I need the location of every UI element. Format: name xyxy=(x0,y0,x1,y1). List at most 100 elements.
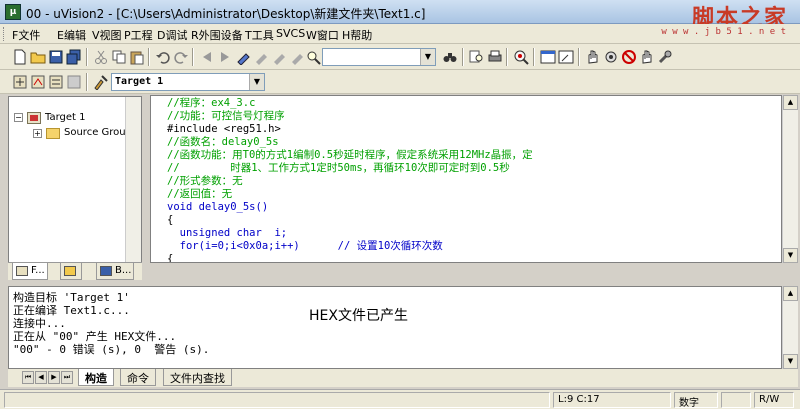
new-file-icon[interactable] xyxy=(12,49,28,65)
debug-session-icon[interactable] xyxy=(513,49,529,65)
code-text: //返回值：无 xyxy=(167,188,233,200)
menu-window[interactable]: W窗口 xyxy=(306,27,339,43)
num-lock-indicator: 数字 xyxy=(674,392,718,409)
menu-help[interactable]: H帮助 xyxy=(342,27,372,43)
undo-icon[interactable] xyxy=(155,49,171,65)
code-text: //函数名：delay0_5s xyxy=(167,136,279,148)
cut-icon[interactable] xyxy=(93,49,109,65)
scroll-down-icon[interactable]: ▼ xyxy=(783,248,798,263)
target-icon xyxy=(27,112,41,124)
chevron-down-icon[interactable]: ▼ xyxy=(249,74,264,90)
translate-icon[interactable] xyxy=(12,74,28,90)
menu-tools[interactable]: T工具 xyxy=(245,27,274,43)
main-toolbar: ▼ xyxy=(0,44,800,70)
code-text: //函数功能：用T0的方式1编制0.5秒延时程序，假定系统采用12MHz晶振，定 xyxy=(167,149,533,161)
chevron-down-icon[interactable]: ▼ xyxy=(420,49,435,65)
build-target-icon[interactable] xyxy=(30,74,46,90)
configure-icon[interactable] xyxy=(603,49,619,65)
menu-peripherals[interactable]: R外围设备 xyxy=(191,27,243,43)
output-line: 正在从 "00" 产生 HEX文件... xyxy=(13,330,177,343)
hand-pointer-icon[interactable] xyxy=(639,49,655,65)
separator xyxy=(86,48,88,66)
output-line: "00" - 0 错误 (s), 0 警告 (s). xyxy=(13,343,210,356)
find-in-files-icon[interactable] xyxy=(469,49,485,65)
tab-last-icon[interactable]: ⏭ xyxy=(61,371,73,384)
tab-command[interactable]: 命令 xyxy=(120,369,156,386)
paste-icon[interactable] xyxy=(129,49,145,65)
bookmark-prev-icon[interactable] xyxy=(253,49,269,65)
separator xyxy=(148,48,150,66)
code-editor[interactable]: //程序：ex4_3.c //功能：可控信号灯程序 #include <reg5… xyxy=(150,95,782,263)
scroll-up-icon[interactable]: ▲ xyxy=(783,286,798,301)
bookmark-next-icon[interactable] xyxy=(271,49,287,65)
status-message xyxy=(4,392,550,408)
hex-generated-label: HEX文件已产生 xyxy=(309,308,408,324)
bookmark-clear-icon[interactable] xyxy=(289,49,305,65)
hand-icon[interactable] xyxy=(585,49,601,65)
copy-icon[interactable] xyxy=(111,49,127,65)
print-icon[interactable] xyxy=(487,49,503,65)
separator xyxy=(462,48,464,66)
collapse-icon[interactable]: − xyxy=(14,113,23,122)
open-folder-icon[interactable] xyxy=(30,49,46,65)
tab-prev-icon[interactable]: ◀ xyxy=(35,371,47,384)
regs-tab-icon xyxy=(64,266,76,276)
disable-icon[interactable] xyxy=(621,49,637,65)
scroll-down-icon[interactable]: ▼ xyxy=(783,354,798,369)
bookmark-icon[interactable] xyxy=(235,49,251,65)
scroll-up-icon[interactable]: ▲ xyxy=(783,95,798,110)
code-line: //返回值：无 xyxy=(167,188,232,201)
code-line: unsigned char i; xyxy=(167,227,287,240)
files-tab-icon xyxy=(16,266,28,276)
tab-find-in-files[interactable]: 文件内查找 xyxy=(163,369,232,386)
save-icon[interactable] xyxy=(48,49,64,65)
project-scrollbar[interactable] xyxy=(125,97,141,279)
target-select-value: Target 1 xyxy=(115,76,164,87)
menu-svcs[interactable]: SVCS xyxy=(276,27,305,40)
redo-icon[interactable] xyxy=(173,49,189,65)
separator xyxy=(533,48,535,66)
code-line: void delay0_5s() xyxy=(167,201,268,214)
output-window[interactable]: 构造目标 'Target 1' 正在编译 Text1.c... 连接中... 正… xyxy=(8,286,782,369)
output-scrollbar[interactable]: ▲ ▼ xyxy=(782,286,798,369)
code-text: void delay0_5s() xyxy=(167,201,269,213)
arrow-window-icon[interactable] xyxy=(558,49,574,65)
tab-first-icon[interactable]: ⏮ xyxy=(22,371,34,384)
code-text: #include <reg51.h> xyxy=(167,123,281,135)
menu-file[interactable]: F文件 xyxy=(12,27,40,43)
code-line: //程序：ex4_3.c xyxy=(167,97,255,110)
separator xyxy=(192,48,194,66)
nav-back-icon[interactable] xyxy=(199,49,215,65)
find-combo[interactable]: ▼ xyxy=(322,48,436,66)
menu-debug[interactable]: D调试 xyxy=(157,27,187,43)
editor-scrollbar[interactable]: ▲ ▼ xyxy=(782,95,798,263)
tab-files[interactable]: F... xyxy=(12,263,48,280)
target-select[interactable]: Target 1 ▼ xyxy=(111,73,265,91)
menu-edit[interactable]: E编辑 xyxy=(57,27,86,43)
tab-books[interactable]: B... xyxy=(96,263,135,280)
code-text: for(i=0;i<0x0a;i++) // 设置10次循环次数 xyxy=(167,240,443,252)
separator xyxy=(86,73,88,91)
tab-next-icon[interactable]: ▶ xyxy=(48,371,60,384)
menu-project[interactable]: P工程 xyxy=(124,27,153,43)
stop-build-icon[interactable] xyxy=(66,74,82,90)
rebuild-all-icon[interactable] xyxy=(48,74,64,90)
window-title: 00 - uVision2 - [C:\Users\Administrator\… xyxy=(26,7,426,21)
title-bar: µ 00 - uVision2 - [C:\Users\Administrato… xyxy=(0,0,800,31)
tools-icon[interactable] xyxy=(657,49,673,65)
tab-build[interactable]: 构造 xyxy=(78,369,114,386)
binoculars-icon[interactable] xyxy=(442,49,458,65)
find-icon[interactable] xyxy=(306,49,322,65)
books-tab-icon xyxy=(100,266,112,276)
save-all-icon[interactable] xyxy=(66,49,82,65)
code-line: //功能：可控信号灯程序 xyxy=(167,110,285,123)
target-options-icon[interactable] xyxy=(93,74,109,90)
nav-forward-icon[interactable] xyxy=(217,49,233,65)
tab-regs[interactable] xyxy=(60,263,82,280)
output-line: 构造目标 'Target 1' xyxy=(13,291,130,304)
code-line: // 时器1、工作方式1定时50ms，再循环10次即可定时到0.5秒 xyxy=(167,162,510,175)
tree-target-label[interactable]: Target 1 xyxy=(45,112,85,123)
window-icon[interactable] xyxy=(540,49,556,65)
expand-icon[interactable]: + xyxy=(33,129,42,138)
menu-view[interactable]: V视图 xyxy=(92,27,122,43)
